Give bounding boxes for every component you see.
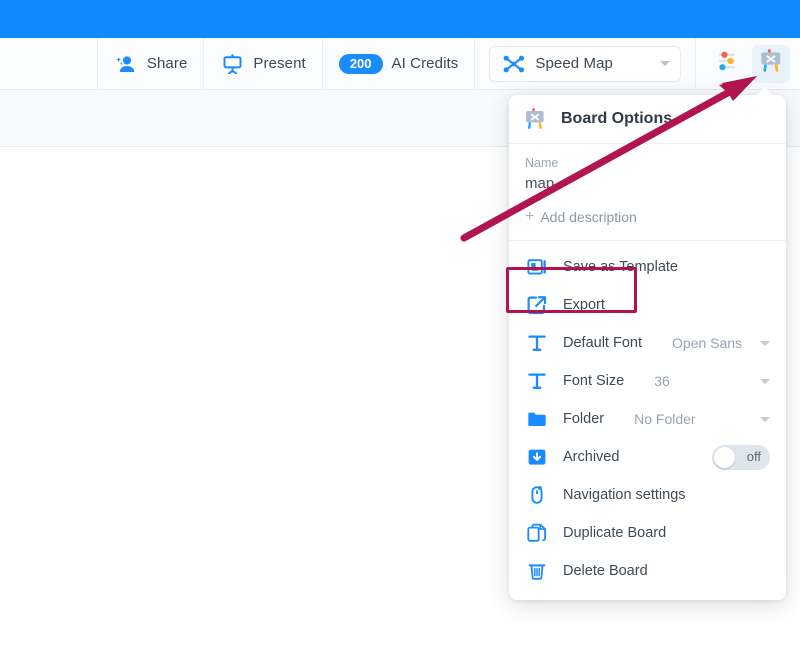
trash-icon [525, 560, 549, 582]
board-easel-icon [523, 106, 547, 132]
credits-badge: 200 [338, 53, 383, 74]
menu-item-export[interactable]: Export [509, 286, 786, 324]
menu-label: Navigation settings [563, 487, 686, 503]
main-toolbar: Share Present 200 AI Credits Speed Map [0, 37, 800, 90]
chevron-down-icon[interactable] [760, 340, 770, 346]
menu-value: 36 [654, 373, 670, 389]
font-icon [525, 370, 549, 392]
speed-map-group: Speed Map [474, 37, 695, 90]
share-label: Share [146, 55, 188, 72]
plus-icon: + [525, 208, 535, 225]
menu-label: Delete Board [563, 563, 648, 579]
sliders-settings-button[interactable] [708, 45, 746, 83]
menu-label: Save as Template [563, 259, 678, 275]
menu-item-delete-board[interactable]: Delete Board [509, 552, 786, 590]
ai-credits-label: AI Credits [391, 55, 459, 72]
chevron-down-icon[interactable] [660, 61, 670, 66]
menu-label: Archived [563, 449, 620, 465]
save-template-icon [525, 256, 549, 278]
speed-map-dropdown[interactable]: Speed Map [489, 45, 681, 82]
menu-item-save-as-template[interactable]: Save as Template [509, 248, 786, 286]
board-easel-icon [758, 48, 784, 79]
sliders-icon [715, 49, 739, 78]
menu-value: No Folder [634, 411, 696, 427]
name-label: Name [525, 156, 559, 170]
toggle-state-label: off [746, 448, 761, 464]
toggle-knob [714, 446, 735, 468]
menu-item-font-size[interactable]: Font Size 36 [509, 362, 786, 400]
folder-icon [525, 408, 549, 430]
chevron-down-icon[interactable] [760, 378, 770, 384]
board-options-menu: Save as Template Export Default Font Ope… [509, 241, 786, 600]
panel-title: Board Options [561, 110, 673, 127]
add-description-button[interactable]: + Add description [525, 208, 770, 226]
mouse-icon [525, 484, 549, 506]
board-options-button[interactable] [752, 44, 790, 83]
top-blue-bar [0, 0, 800, 38]
menu-label: Default Font [563, 335, 642, 351]
duplicate-icon [525, 522, 549, 544]
add-description-label: Add description [540, 209, 637, 225]
board-name-section: Name map + Add description [509, 144, 786, 241]
export-icon [525, 294, 549, 316]
presentation-icon [220, 53, 244, 74]
present-button[interactable]: Present [203, 37, 321, 90]
menu-label: Font Size [563, 373, 625, 389]
board-options-panel: Board Options Name map + Add description [509, 87, 786, 600]
archived-toggle[interactable]: off [712, 444, 770, 470]
menu-label: Duplicate Board [563, 525, 667, 541]
archive-icon [525, 446, 549, 468]
menu-item-default-font[interactable]: Default Font Open Sans [509, 324, 786, 362]
present-label: Present [253, 55, 306, 72]
chevron-down-icon[interactable] [760, 416, 770, 422]
speed-map-icon [502, 55, 526, 73]
panel-header: Board Options [509, 95, 786, 144]
speed-map-label: Speed Map [535, 55, 613, 72]
app-window: Share Present 200 AI Credits Speed Map B… [0, 0, 800, 652]
menu-value: Open Sans [672, 335, 743, 351]
menu-label: Export [563, 297, 605, 313]
menu-item-archived[interactable]: Archived off [509, 438, 786, 476]
right-icon-group [695, 37, 800, 90]
menu-item-folder[interactable]: Folder No Folder [509, 400, 786, 438]
add-person-icon [114, 55, 138, 73]
share-button[interactable]: Share [96, 37, 204, 90]
menu-label: Folder [563, 411, 605, 427]
name-value[interactable]: map [525, 175, 770, 192]
ai-credits-button[interactable]: 200 AI Credits [321, 37, 475, 90]
menu-item-navigation-settings[interactable]: Navigation settings [509, 476, 786, 514]
menu-item-duplicate-board[interactable]: Duplicate Board [509, 514, 786, 552]
font-icon [525, 332, 549, 354]
